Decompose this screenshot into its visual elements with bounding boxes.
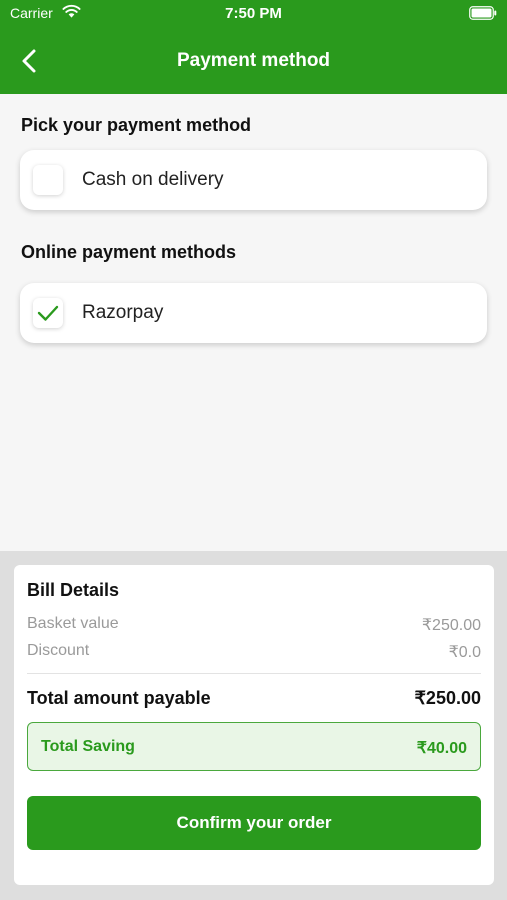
- total-payable-amount: ₹250.00: [414, 688, 481, 708]
- discount-amount: ₹0.0: [448, 644, 481, 661]
- total-payable-row: Total amount payable ₹250.00: [27, 688, 481, 709]
- battery-icon: [469, 6, 497, 20]
- cash-on-delivery-label: Cash on delivery: [82, 169, 224, 190]
- cash-on-delivery-checkbox[interactable]: [33, 165, 63, 195]
- total-saving-box: Total Saving ₹40.00: [27, 722, 481, 771]
- page-title: Payment method: [176, 50, 331, 71]
- app-header: Carrier 7:50 PM Payment method: [0, 0, 507, 94]
- basket-value-row: Basket value ₹250.00: [27, 615, 481, 634]
- bill-details-title: Bill Details: [27, 580, 120, 600]
- basket-value-label: Basket value: [27, 615, 119, 632]
- bill-divider: [27, 673, 481, 674]
- checkmark-icon: [37, 305, 59, 321]
- total-saving-amount: ₹40.00: [416, 740, 467, 757]
- confirm-order-button[interactable]: Confirm your order: [27, 796, 481, 850]
- razorpay-label: Razorpay: [82, 302, 164, 323]
- status-bar: Carrier 7:50 PM: [0, 0, 507, 28]
- cash-on-delivery-option[interactable]: Cash on delivery: [20, 150, 487, 210]
- total-payable-label: Total amount payable: [27, 688, 211, 708]
- basket-value-amount: ₹250.00: [421, 617, 481, 634]
- discount-label: Discount: [27, 642, 90, 659]
- status-time: 7:50 PM: [225, 5, 282, 22]
- discount-row: Discount ₹0.0: [27, 642, 481, 661]
- online-payment-heading: Online payment methods: [21, 242, 237, 262]
- razorpay-checkbox[interactable]: [33, 298, 63, 328]
- pick-payment-heading: Pick your payment method: [21, 115, 252, 135]
- total-saving-label: Total Saving: [41, 738, 135, 755]
- razorpay-option[interactable]: Razorpay: [20, 283, 487, 343]
